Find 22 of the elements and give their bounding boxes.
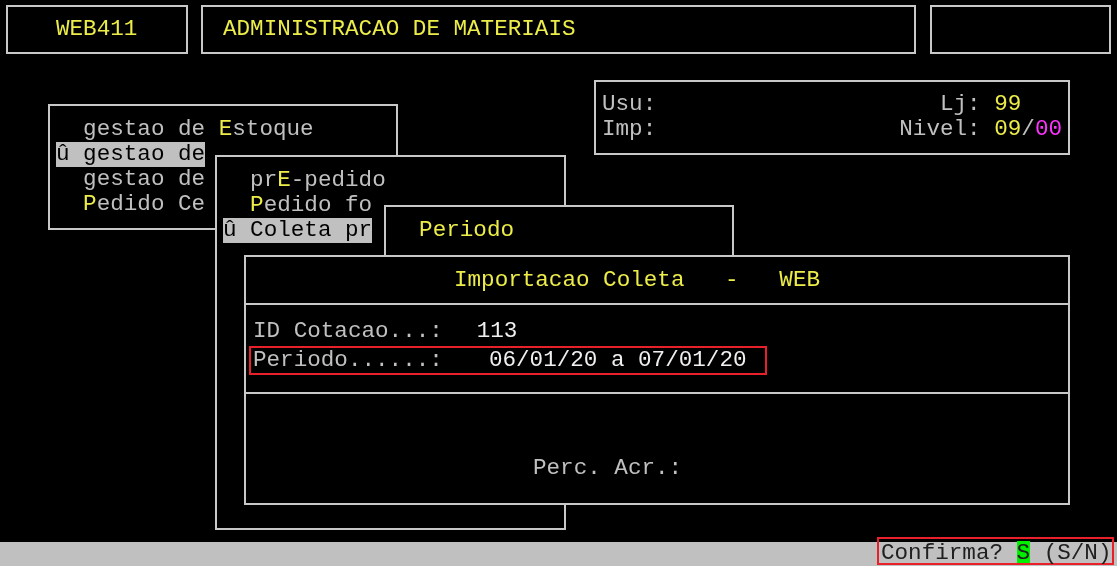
program-code: WEB411 (56, 16, 138, 42)
field-value: 113 (476, 318, 518, 344)
menu-item[interactable]: prE-pedido (223, 168, 386, 193)
menu-item[interactable]: gestao de Estoque (56, 117, 314, 142)
menu-item[interactable]: gestao de (56, 167, 206, 192)
menu-item[interactable]: Periodo (392, 218, 515, 243)
field-value: 06/01/20 a 07/01/20 (488, 347, 747, 373)
menu-item[interactable]: Pedido fo (223, 193, 373, 218)
confirm-prompt: Confirma? (881, 541, 1004, 563)
printer-label: Imp: (602, 117, 657, 142)
field-label: Periodo......: (253, 347, 443, 373)
level-text: Nivel: 09/00 (899, 117, 1062, 142)
dialog-title: Importacao Coleta - WEB (453, 267, 821, 293)
menu-item[interactable]: û gestao de (56, 142, 206, 167)
field-label: Perc. Acr.: (533, 455, 683, 481)
user-label: Usu: (602, 92, 657, 117)
system-title: ADMINISTRACAO DE MATERIAIS (223, 16, 576, 42)
options-text: (S/N) (1043, 541, 1112, 563)
store-text: Lj: 99 (939, 92, 1022, 117)
field-label: ID Cotacao...: (253, 318, 443, 344)
menu-item[interactable]: û Coleta pr (223, 218, 373, 243)
menu-item[interactable]: Pedido Ce (56, 192, 206, 217)
